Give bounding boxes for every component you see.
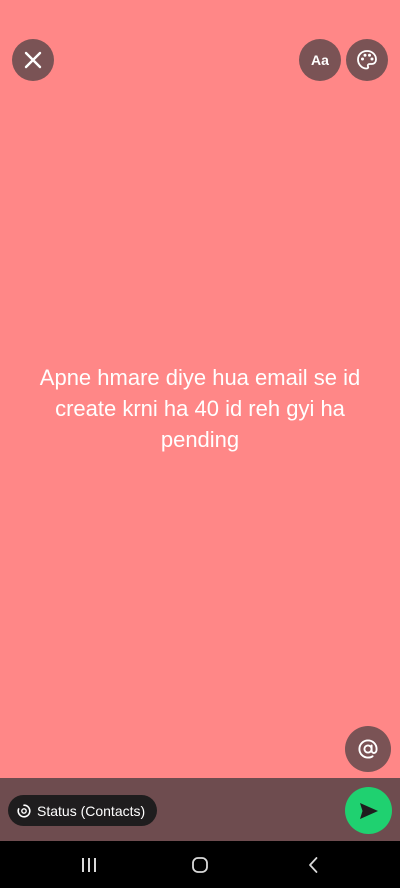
close-button[interactable]: [12, 39, 54, 81]
recent-apps-button[interactable]: [59, 841, 119, 888]
send-button[interactable]: [345, 787, 392, 834]
close-icon: [24, 51, 42, 69]
font-style-button[interactable]: Aa: [299, 39, 341, 81]
mention-button[interactable]: [345, 726, 391, 772]
home-icon: [192, 856, 208, 873]
system-navigation-bar: [0, 841, 400, 888]
status-audience-label: Status (Contacts): [37, 802, 146, 819]
home-button[interactable]: [170, 841, 230, 888]
recent-apps-icon: [82, 857, 96, 872]
at-sign-icon: [358, 739, 378, 759]
palette-icon: [357, 50, 377, 70]
font-style-label: Aa: [311, 52, 329, 68]
background-color-button[interactable]: [346, 39, 388, 81]
back-icon: [309, 856, 318, 873]
back-button[interactable]: [283, 841, 343, 888]
status-audience-button[interactable]: Status (Contacts): [8, 795, 158, 826]
status-icon: [17, 803, 31, 818]
status-text[interactable]: Apne hmare diye hua email se id create k…: [20, 362, 380, 455]
send-icon: [359, 802, 378, 819]
status-editor-screen: Aa Apne hmare diye hua email se id creat…: [0, 0, 400, 888]
